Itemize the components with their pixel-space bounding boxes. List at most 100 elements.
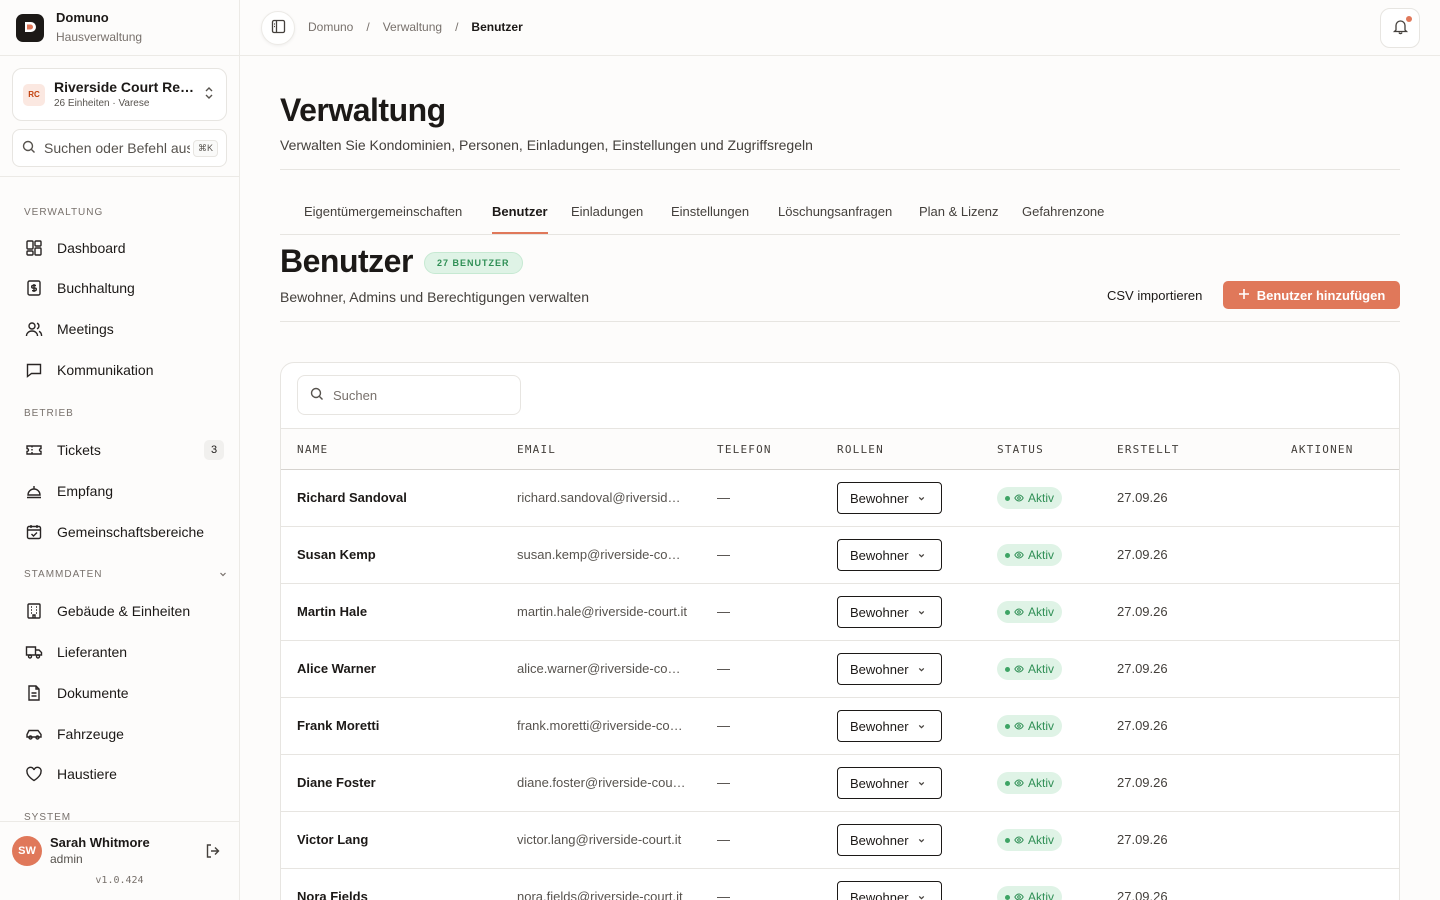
sidebar-item-dokumente[interactable]: Dokumente [12,675,228,711]
user-name-cell[interactable]: Susan Kemp [297,547,376,562]
brand[interactable]: Domuno Hausverwaltung [16,10,142,46]
chevron-down-icon [917,776,926,791]
table-search[interactable] [297,375,521,415]
user-name-cell[interactable]: Nora Fields [297,889,368,900]
table-row[interactable]: Nora Fields nora.fields@riverside-court.i… [281,869,1399,900]
brand-subtitle: Hausverwaltung [56,30,143,44]
sidebar-search[interactable]: ⌘K [12,129,227,167]
logout-icon[interactable] [204,842,222,863]
breadcrumb-middle[interactable]: Verwaltung [383,20,442,34]
column-header-status[interactable]: STATUS [997,443,1044,456]
add-user-button[interactable]: Benutzer hinzufügen [1223,281,1400,309]
table-row[interactable]: Victor Lang victor.lang@riverside-court.i… [281,812,1399,869]
column-header-roles[interactable]: ROLLEN [837,443,884,456]
sidebar-item-dashboard[interactable]: Dashboard [12,230,228,266]
tab-einladungen[interactable]: Einladungen [571,204,643,234]
concierge-bell-icon [24,481,44,501]
role-select[interactable]: Bewohner [837,881,942,900]
sidebar-item-meetings[interactable]: Meetings [12,311,228,347]
table-row[interactable]: Frank Moretti frank.moretti@riverside-cou… [281,698,1399,755]
user-email-cell: victor.lang@riverside-court.it [517,832,682,847]
role-select[interactable]: Bewohner [837,824,942,856]
role-select[interactable]: Bewohner [837,653,942,685]
table-row[interactable]: Alice Warner alice.warner@riverside-court… [281,641,1399,698]
csv-import-button[interactable]: CSV importieren [1096,281,1213,309]
status-dot [1005,894,1010,900]
status-badge: Aktiv [997,772,1063,794]
sidebar-item-lieferanten[interactable]: Lieferanten [12,634,228,670]
column-header-name[interactable]: NAME [297,443,328,456]
nav-section-label: BETRIEB [24,408,74,419]
user-name-cell[interactable]: Diane Foster [297,775,376,790]
user-email-cell: richard.sandoval@riverside-court.it [517,490,687,505]
app-version: v1.0.424 [95,875,144,886]
status-badge: Aktiv [997,487,1063,509]
avatar[interactable]: SW [12,836,42,866]
role-select-value: Bewohner [850,661,909,677]
table-row[interactable]: Martin Hale martin.hale@riverside-court.i… [281,584,1399,641]
sidebar-item-gemeinschaftsbereiche[interactable]: Gemeinschaftsbereiche [12,514,228,550]
sidebar-item-label: Gemeinschaftsbereiche [57,524,205,540]
user-search-input[interactable] [333,387,503,403]
tab-einstellungen[interactable]: Einstellungen [671,204,749,234]
user-created-cell: 27.09.26 [1117,889,1168,900]
property-switcher[interactable]: RC Riverside Court Residences 26 Einheit… [12,68,227,121]
table-row[interactable]: Susan Kemp susan.kemp@riverside-court.it —… [281,527,1399,584]
user-email-cell: alice.warner@riverside-court.it [517,661,687,676]
sidebar-toggle-button[interactable] [261,11,295,45]
notifications-button[interactable] [1380,8,1420,48]
chevrons-up-down-icon [202,86,216,103]
user-name-cell[interactable]: Alice Warner [297,661,376,676]
breadcrumb-separator: / [455,20,459,34]
column-header-created[interactable]: ERSTELLT [1117,443,1180,456]
ticket-icon [24,440,44,460]
command-search-input[interactable] [44,140,190,156]
status-dot [1005,780,1010,786]
column-header-phone[interactable]: TELEFON [717,443,772,456]
role-select[interactable]: Bewohner [837,539,942,571]
tab-eigentuemergemeinschaften[interactable]: Eigentümergemeinschaften [304,204,462,234]
role-select[interactable]: Bewohner [837,596,942,628]
sidebar-item-label: Lieferanten [57,644,128,660]
sidebar-item-fahrzeuge[interactable]: Fahrzeuge [12,716,228,752]
role-select-value: Bewohner [850,832,909,848]
table-row[interactable]: Diane Foster diane.foster@riverside-court… [281,755,1399,812]
user-created-cell: 27.09.26 [1117,661,1168,676]
tab-gefahrenzone[interactable]: Gefahrenzone [1022,204,1104,234]
chevron-down-icon [917,833,926,848]
sidebar-item-label: Gebäude & Einheiten [57,603,191,619]
sidebar-item-tickets[interactable]: Tickets 3 [12,432,228,468]
role-select[interactable]: Bewohner [837,482,942,514]
page-subtitle: Verwalten Sie Kondominien, Personen, Ein… [280,137,813,153]
user-role: admin [50,852,83,866]
table-row[interactable]: Richard Sandoval richard.sandoval@riversi… [281,470,1399,527]
role-select[interactable]: Bewohner [837,710,942,742]
sidebar-item-gebaeude[interactable]: Gebäude & Einheiten [12,593,228,629]
breadcrumb-root[interactable]: Domuno [308,20,353,34]
user-name-cell[interactable]: Victor Lang [297,832,368,847]
user-name-cell[interactable]: Frank Moretti [297,718,379,733]
search-icon [310,387,324,404]
role-select-value: Bewohner [850,490,909,506]
status-badge: Aktiv [997,886,1063,900]
column-header-email[interactable]: EMAIL [517,443,556,456]
sidebar-item-empfang[interactable]: Empfang [12,473,228,509]
dashboard-icon [24,238,44,258]
nav-section-stammdaten[interactable]: STAMMDATEN [24,569,228,582]
sidebar: Domuno Hausverwaltung RC Riverside Court… [0,0,240,900]
property-name: Riverside Court Residences [54,79,199,95]
chevron-down-icon [917,890,926,900]
user-phone-cell: — [717,775,730,790]
user-name-cell[interactable]: Martin Hale [297,604,367,619]
sidebar-item-kommunikation[interactable]: Kommunikation [12,352,228,388]
tab-plan-lizenz[interactable]: Plan & Lizenz [919,204,999,234]
tab-benutzer[interactable]: Benutzer [492,204,548,234]
user-created-cell: 27.09.26 [1117,775,1168,790]
sidebar-item-label: Kommunikation [57,362,154,378]
user-name-cell[interactable]: Richard Sandoval [297,490,407,505]
tab-loeschungsanfragen[interactable]: Löschungsanfragen [778,204,892,234]
role-select[interactable]: Bewohner [837,767,942,799]
sidebar-item-buchhaltung[interactable]: Buchhaltung [12,270,228,306]
sidebar-item-haustiere[interactable]: Haustiere [12,756,228,792]
user-created-cell: 27.09.26 [1117,718,1168,733]
